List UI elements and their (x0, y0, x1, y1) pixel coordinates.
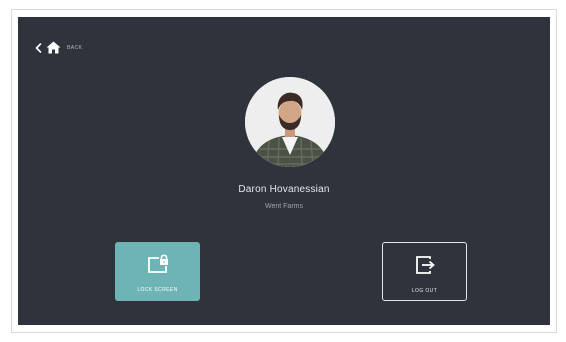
back-label: BACK (67, 44, 83, 51)
avatar (245, 77, 335, 167)
user-organization: Went Farms (265, 203, 303, 210)
log-out-icon (415, 256, 435, 274)
log-out-button[interactable]: LOG OUT (382, 242, 467, 301)
chevron-left-icon (35, 42, 42, 53)
user-name: Daron Hovanessian (238, 184, 330, 195)
lock-screen-button[interactable]: LOCK SCREEN (115, 242, 200, 301)
lock-screen-icon (147, 254, 168, 273)
home-icon (46, 41, 61, 54)
back-button[interactable]: BACK (34, 41, 82, 54)
lock-screen-label: LOCK SCREEN (137, 287, 178, 293)
session-screen: BACK Daron Hovanessian Went Farms LOCK S… (18, 17, 550, 325)
log-out-label: LOG OUT (411, 288, 438, 294)
avatar-photo (245, 77, 335, 167)
